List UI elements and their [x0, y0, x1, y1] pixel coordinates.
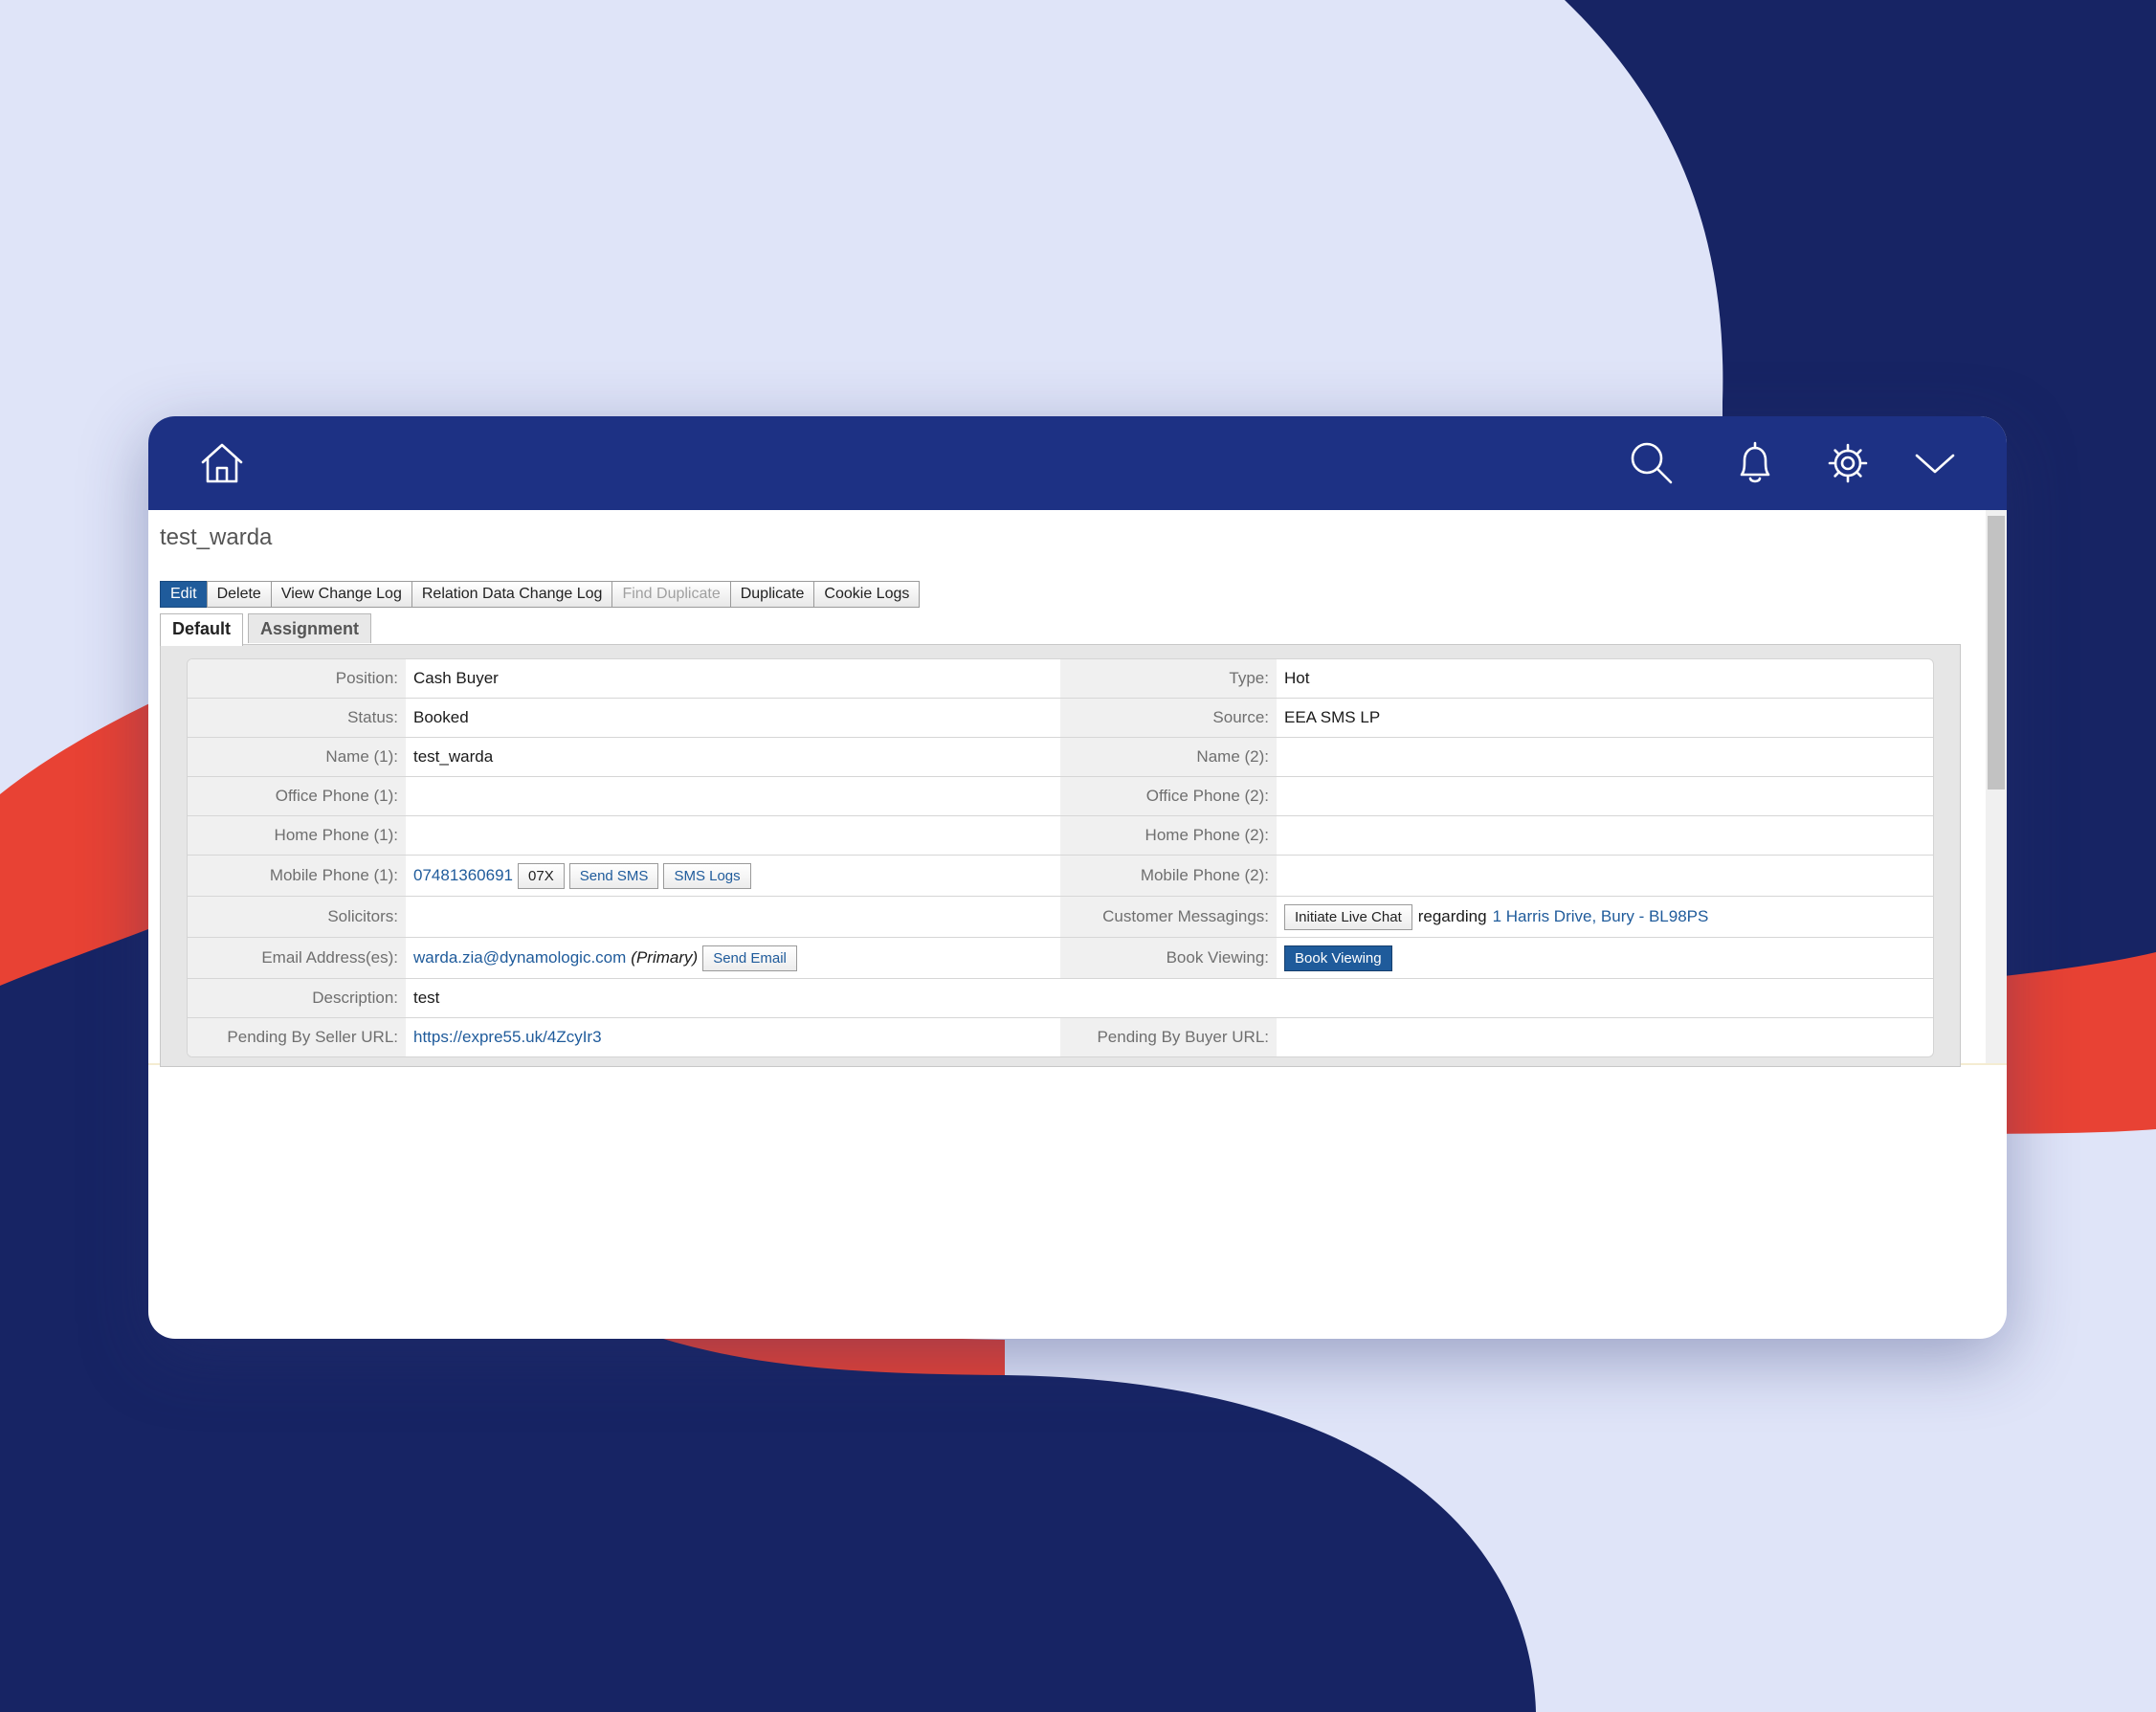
- office-phone2-value: [1277, 777, 1933, 815]
- send-sms-button[interactable]: Send SMS: [568, 862, 659, 889]
- tab-assignment[interactable]: Assignment: [248, 613, 372, 643]
- tab-default[interactable]: Default: [160, 613, 244, 646]
- delete-button[interactable]: Delete: [206, 581, 272, 608]
- customer-messaging-cell: Initiate Live Chat regarding 1 Harris Dr…: [1277, 897, 1933, 937]
- mobile-phone2-value: [1277, 856, 1933, 896]
- view-change-log-button[interactable]: View Change Log: [270, 581, 412, 608]
- chevron-down-icon[interactable]: [1907, 435, 1963, 491]
- office-phone1-label: Office Phone (1):: [188, 777, 406, 815]
- edit-button[interactable]: Edit: [160, 581, 208, 608]
- action-toolbar: Edit Delete View Change Log Relation Dat…: [160, 581, 921, 608]
- customer-messaging-label: Customer Messagings:: [1060, 897, 1277, 937]
- home-phone2-value: [1277, 816, 1933, 855]
- find-duplicate-button: Find Duplicate: [611, 581, 731, 608]
- description-label: Description:: [188, 979, 406, 1017]
- name1-label: Name (1):: [188, 738, 406, 776]
- record-title: test_warda: [160, 524, 273, 550]
- table-row: Home Phone (1): Home Phone (2):: [188, 816, 1933, 856]
- search-icon[interactable]: [1624, 435, 1679, 491]
- regarding-text: regarding: [1417, 907, 1487, 925]
- tab-panel-default: Position: Cash Buyer Type: Hot Status: B…: [160, 644, 1961, 1067]
- position-value: Cash Buyer: [413, 669, 499, 687]
- phone-prefix-button[interactable]: 07X: [518, 862, 565, 889]
- office-phone1-value: [406, 777, 1060, 815]
- status-label: Status:: [188, 699, 406, 737]
- position-label: Position:: [188, 659, 406, 698]
- initiate-live-chat-button[interactable]: Initiate Live Chat: [1284, 903, 1412, 930]
- duplicate-button[interactable]: Duplicate: [729, 581, 815, 608]
- table-row: Pending By Seller URL: https://expre55.u…: [188, 1018, 1933, 1056]
- mobile-phone1-cell: 07481360691 07X Send SMS SMS Logs: [406, 856, 1060, 896]
- solicitors-label: Solicitors:: [188, 897, 406, 937]
- book-viewing-label: Book Viewing:: [1060, 938, 1277, 978]
- source-value: EEA SMS LP: [1284, 708, 1381, 726]
- cookie-logs-button[interactable]: Cookie Logs: [813, 581, 921, 608]
- table-row: Description: test: [188, 979, 1933, 1018]
- home-phone1-value: [406, 816, 1060, 855]
- mobile-phone1-label: Mobile Phone (1):: [188, 856, 406, 896]
- email-link[interactable]: warda.zia@dynamologic.com: [413, 948, 626, 967]
- email-label: Email Address(es):: [188, 938, 406, 978]
- scrollbar-thumb[interactable]: [1988, 516, 2005, 789]
- bell-icon[interactable]: [1727, 435, 1783, 491]
- email-cell: warda.zia@dynamologic.com (Primary) Send…: [406, 938, 1060, 978]
- pending-buyer-url-value: [1277, 1018, 1933, 1056]
- table-row: Office Phone (1): Office Phone (2):: [188, 777, 1933, 816]
- tab-bar: Default Assignment: [160, 613, 376, 646]
- mobile-phone2-label: Mobile Phone (2):: [1060, 856, 1277, 896]
- table-row: Mobile Phone (1): 07481360691 07X Send S…: [188, 856, 1933, 897]
- send-email-button[interactable]: Send Email: [702, 945, 797, 971]
- book-viewing-button[interactable]: Book Viewing: [1284, 945, 1392, 971]
- name2-label: Name (2):: [1060, 738, 1277, 776]
- table-row: Status: Booked Source: EEA SMS LP: [188, 699, 1933, 738]
- home-icon[interactable]: [194, 435, 250, 491]
- home-phone2-label: Home Phone (2):: [1060, 816, 1277, 855]
- property-link[interactable]: 1 Harris Drive, Bury - BL98PS: [1493, 907, 1709, 926]
- top-navigation-bar: [148, 416, 2007, 510]
- book-viewing-cell: Book Viewing: [1277, 938, 1933, 978]
- vertical-scrollbar[interactable]: [1986, 510, 2007, 1063]
- table-row: Position: Cash Buyer Type: Hot: [188, 659, 1933, 699]
- status-value: Booked: [413, 708, 469, 726]
- type-label: Type:: [1060, 659, 1277, 698]
- home-phone1-label: Home Phone (1):: [188, 816, 406, 855]
- type-value: Hot: [1284, 669, 1310, 687]
- relation-data-change-log-button[interactable]: Relation Data Change Log: [411, 581, 613, 608]
- table-row: Solicitors: Customer Messagings: Initiat…: [188, 897, 1933, 938]
- gear-icon[interactable]: [1820, 435, 1876, 491]
- table-row: Name (1): test_warda Name (2):: [188, 738, 1933, 777]
- office-phone2-label: Office Phone (2):: [1060, 777, 1277, 815]
- description-value: test: [413, 989, 440, 1007]
- sms-logs-button[interactable]: SMS Logs: [663, 862, 751, 889]
- record-content: test_warda Edit Delete View Change Log R…: [148, 510, 2007, 1067]
- name2-value: [1277, 738, 1933, 776]
- name1-value: test_warda: [413, 747, 494, 766]
- table-row: Email Address(es): warda.zia@dynamologic…: [188, 938, 1933, 979]
- source-label: Source:: [1060, 699, 1277, 737]
- mobile-phone1-link[interactable]: 07481360691: [413, 866, 513, 885]
- pending-seller-url-link[interactable]: https://expre55.uk/4ZcyIr3: [413, 1028, 602, 1047]
- solicitors-value: [406, 897, 1060, 937]
- pending-buyer-url-label: Pending By Buyer URL:: [1060, 1018, 1277, 1056]
- app-window: test_warda Edit Delete View Change Log R…: [148, 416, 2007, 1339]
- pending-seller-url-cell: https://expre55.uk/4ZcyIr3: [406, 1018, 1060, 1056]
- record-fields-table: Position: Cash Buyer Type: Hot Status: B…: [187, 658, 1934, 1057]
- pending-seller-url-label: Pending By Seller URL:: [188, 1018, 406, 1056]
- email-primary-tag: (Primary): [631, 948, 699, 967]
